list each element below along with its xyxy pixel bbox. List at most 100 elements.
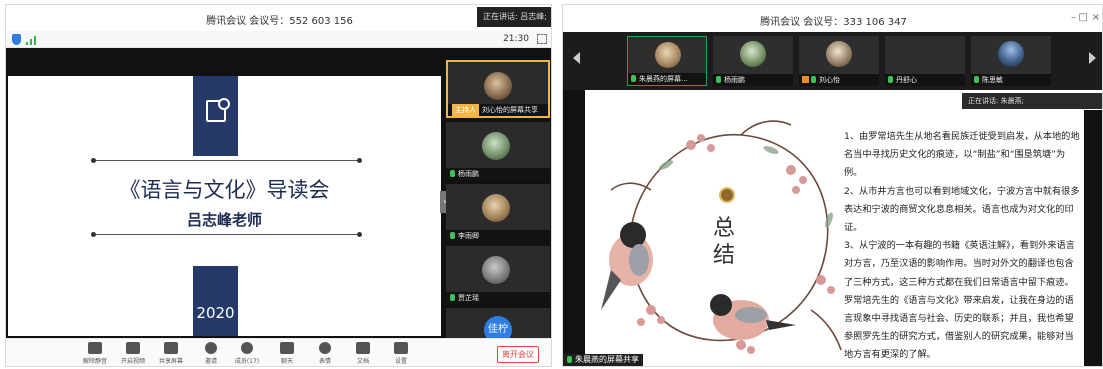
participant-name: 刘心怡的屏幕共享 — [482, 106, 538, 114]
chat-icon — [280, 342, 294, 354]
participant-name: 丹舒心 — [896, 76, 917, 84]
right-title-bar: 腾讯会议 会议号：333 106 347 – □ × — [563, 5, 1102, 32]
participant-tile[interactable]: 佳柠 — [446, 308, 550, 340]
participant-name: 李雨卿 — [458, 232, 479, 240]
documents-button[interactable]: 文档 — [346, 342, 380, 366]
participant-name: 贾芷瑶 — [458, 294, 479, 302]
host-badge: 主持人 — [452, 104, 479, 116]
close-icon[interactable]: × — [1092, 12, 1100, 23]
slide-dot — [357, 158, 362, 163]
summary-paragraph: 2、从市井方言也可以看到地域文化，宁波方言中就有很多表达和宁波的商贸文化息息相关… — [844, 185, 1080, 234]
participant-tile[interactable]: 丹舒心 — [885, 36, 965, 86]
start-video-button[interactable]: 开启视频 — [116, 342, 150, 366]
members-icon — [241, 342, 253, 354]
share-border — [563, 90, 585, 366]
participant-list: 主持人 刘心怡的屏幕共享 杨雨鹏 李雨卿 贾芷瑶 佳柠 — [446, 60, 550, 340]
mic-icon — [450, 170, 455, 177]
slide-divider — [93, 160, 359, 161]
slide: 《语言与文化》导读会 吕志峰老师 2020 — [8, 76, 441, 336]
left-meeting-window: 腾讯会议 会议号：552 603 156 正在讲话: 吕志峰; 21:30 《语… — [5, 4, 552, 367]
maximize-icon[interactable]: □ — [1079, 12, 1088, 23]
participant-tile[interactable]: 杨雨鹏 — [446, 122, 550, 180]
mic-icon — [567, 356, 572, 363]
participant-name: 杨雨鹏 — [724, 76, 745, 84]
avatar — [826, 41, 852, 67]
unmute-button[interactable]: 解除静音 — [78, 342, 112, 366]
bird-illustration — [601, 222, 653, 310]
avatar: 佳柠 — [484, 316, 512, 340]
left-status-bar: 21:30 — [6, 31, 551, 48]
screen-share-icon — [164, 342, 178, 354]
slide-dot — [91, 232, 96, 237]
summary-paragraph: 罗常培先生的《语言与文化》带来启发，让我在身边的语言现象中寻找语言与社会、历史的… — [844, 294, 1074, 361]
emblem-icon — [719, 187, 735, 203]
slide-divider — [93, 234, 359, 235]
book-lightbulb-icon — [206, 98, 230, 122]
signal-icon[interactable] — [26, 35, 38, 45]
summary-text: 1、由罗常培先生从地名看民族迁徙受到启发，从本地的地名当中寻找历史文化的痕迹，以… — [844, 128, 1082, 365]
share-border — [1084, 110, 1102, 366]
participant-tile[interactable]: 李雨卿 — [446, 184, 550, 242]
meeting-toolbar: 解除静音 开启视频 共享屏幕 邀请 成员(17) 聊天 表情 文档 设置 离开会… — [6, 338, 551, 366]
settings-icon — [394, 342, 408, 354]
slide-title: 《语言与文化》导读会 — [119, 178, 330, 202]
avatar — [482, 132, 510, 160]
participant-name: 刘心怡 — [819, 76, 840, 84]
participant-tile[interactable]: 陈思敏 — [971, 36, 1051, 86]
host-icon — [802, 76, 809, 83]
shield-icon[interactable] — [12, 34, 21, 45]
avatar — [484, 72, 512, 100]
participant-name: 杨雨鹏 — [458, 170, 479, 178]
mic-icon — [631, 75, 636, 82]
mic-icon — [450, 232, 455, 239]
left-speaking-indicator: 正在讲话: 吕志峰; — [477, 7, 551, 27]
summary-title-char: 结 — [713, 243, 736, 268]
mic-icon — [974, 76, 979, 83]
document-icon — [356, 342, 370, 354]
avatar — [482, 194, 510, 222]
slide-dot — [357, 232, 362, 237]
settings-button[interactable]: 设置 — [384, 342, 418, 366]
invite-icon — [205, 342, 217, 354]
minimize-icon[interactable]: – — [1071, 12, 1076, 23]
next-page-icon[interactable] — [1089, 52, 1096, 64]
avatar — [998, 41, 1024, 67]
screen-share-label: 朱晨燕的屏幕共享 — [563, 354, 643, 366]
mic-icon — [716, 76, 721, 83]
avatar — [655, 42, 681, 68]
summary-paragraph: 1、由罗常培先生从地名看民族迁徙受到启发，从本地的地名当中寻找历史文化的痕迹，以… — [844, 131, 1080, 179]
meeting-time: 21:30 — [503, 34, 529, 44]
avatar — [482, 256, 510, 284]
left-shared-stage: 《语言与文化》导读会 吕志峰老师 2020 › 主持人 刘心怡的屏幕共享 杨雨鹏 … — [6, 48, 551, 340]
emoji-icon — [319, 342, 331, 354]
avatar — [740, 41, 766, 67]
participant-tile[interactable]: 朱晨燕的屏幕... — [627, 36, 707, 86]
participant-name: 陈思敏 — [982, 76, 1003, 84]
emoji-button[interactable]: 表情 — [308, 342, 342, 366]
slide-year: 2020 — [196, 304, 235, 322]
mic-icon — [811, 76, 816, 83]
summary-paragraph: 3、从宁波的一本有趣的书籍《英语注解》，看到外来语言对方言，乃至汉语的影响作用。… — [844, 240, 1075, 288]
left-meeting-title: 腾讯会议 会议号：552 603 156 — [206, 16, 353, 27]
prev-page-icon[interactable] — [573, 52, 580, 64]
slide-dot — [91, 158, 96, 163]
participant-tile[interactable]: 主持人 刘心怡的屏幕共享 — [446, 60, 550, 118]
leave-meeting-button[interactable]: 离开会议 — [497, 346, 539, 363]
mic-icon — [450, 294, 455, 301]
chat-button[interactable]: 聊天 — [270, 342, 304, 366]
slide-teacher: 吕志峰老师 — [186, 211, 262, 229]
participant-tile[interactable]: 杨雨鹏 — [713, 36, 793, 86]
participant-name: 朱晨燕的屏幕... — [639, 75, 688, 83]
participant-tile[interactable]: 贾芷瑶 — [446, 246, 550, 304]
fullscreen-icon[interactable] — [537, 34, 547, 44]
mic-icon — [888, 76, 893, 83]
right-speaking-indicator: 正在讲话: 朱晨燕; — [962, 93, 1102, 109]
mic-icon — [88, 342, 102, 354]
share-screen-button[interactable]: 共享屏幕 — [154, 342, 188, 366]
participant-strip: 朱晨燕的屏幕... 杨雨鹏 刘心怡 丹舒心 陈思敏 — [563, 32, 1102, 90]
participant-tile[interactable]: 刘心怡 — [799, 36, 879, 86]
right-meeting-title: 腾讯会议 会议号：333 106 347 — [760, 17, 907, 28]
video-icon — [126, 342, 140, 354]
members-button[interactable]: 成员(17) — [230, 342, 264, 366]
invite-button[interactable]: 邀请 — [194, 342, 228, 366]
